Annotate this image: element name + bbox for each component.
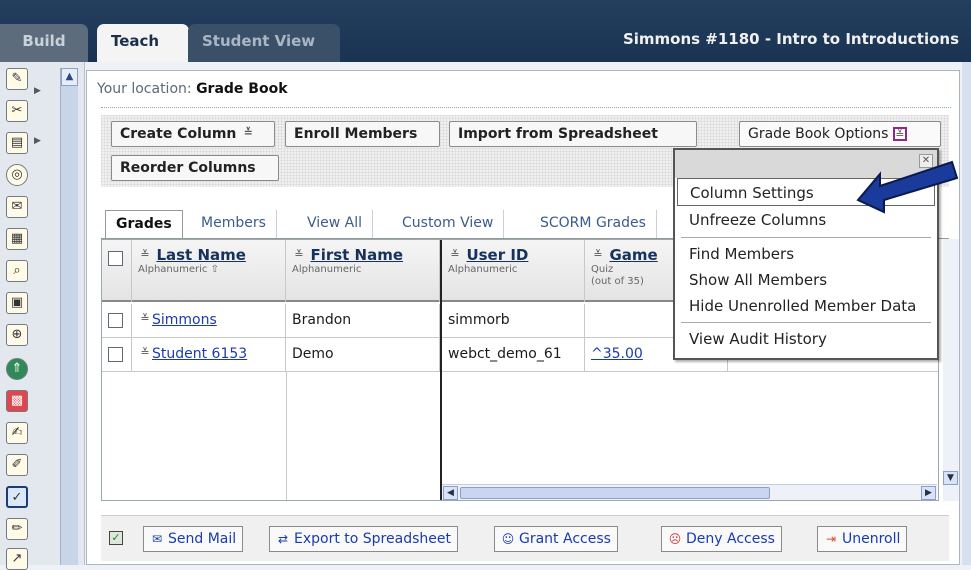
envelope-icon: ✉ (151, 532, 163, 546)
tab-student-view[interactable]: Student View (188, 24, 340, 62)
row-checkbox[interactable] (108, 346, 123, 362)
quiz-icon[interactable]: ✍ (6, 422, 28, 444)
course-title: Simmons #1180 - Intro to Introductions (622, 30, 959, 48)
menu-icon[interactable]: ≚ (892, 127, 907, 141)
column-header-user-id[interactable]: ≚ User ID Alphanumeric (442, 240, 585, 302)
reorder-columns-button[interactable]: Reorder Columns (111, 155, 279, 181)
scroll-thumb[interactable] (460, 487, 770, 499)
first-name-cell: Brandon (286, 304, 440, 338)
rail-scrollbar[interactable]: ▲ (60, 68, 78, 565)
send-mail-button[interactable]: ✉ Send Mail (143, 526, 244, 552)
menu-icon[interactable]: ≚ (138, 347, 152, 361)
scroll-right-icon[interactable]: ▶ (921, 486, 936, 500)
menu-icon: ≚ (243, 126, 253, 139)
enroll-members-button[interactable]: Enroll Members (285, 121, 440, 147)
tab-teach[interactable]: Teach (97, 24, 189, 62)
first-name-cell: Demo (286, 338, 440, 372)
document-icon[interactable]: ▤ (6, 132, 28, 154)
scroll-up-icon[interactable]: ▲ (61, 68, 78, 86)
collapse-icon[interactable]: ⇑ (6, 358, 28, 380)
tab-members[interactable]: Members (191, 210, 277, 238)
horizontal-scrollbar[interactable]: ◀ ▶ (442, 484, 937, 500)
menu-icon[interactable]: ≚ (138, 249, 152, 263)
export-spreadsheet-button[interactable]: ⇄ Export to Spreadsheet (269, 526, 458, 552)
chart-icon[interactable]: ↗ (6, 548, 28, 570)
create-column-button[interactable]: Create Column ≚ (111, 121, 275, 147)
users-icon: ☺ (501, 532, 515, 546)
edit-icon[interactable]: ✏ (6, 518, 28, 540)
column-header-last-name[interactable]: ≚ Last Name Alphanumeric ⇧ (132, 240, 286, 302)
tab-custom-view[interactable]: Custom View (392, 210, 505, 238)
vertical-scrollbar[interactable]: ▼ (943, 239, 959, 501)
column-header-first-name[interactable]: ≚ First Name Alphanumeric (286, 240, 440, 302)
menu-icon[interactable]: ≚ (591, 249, 605, 263)
grade-link[interactable]: ^35.00 (591, 346, 643, 362)
mail-icon[interactable]: ✉ (6, 196, 28, 218)
expand-arrow-icon[interactable]: ▶ (34, 86, 41, 96)
menu-divider (681, 322, 931, 323)
callout-arrow-icon (856, 160, 958, 214)
menu-divider (681, 237, 931, 238)
menu-icon[interactable]: ≚ (292, 249, 306, 263)
menu-item-find-members[interactable]: Find Members (675, 241, 937, 267)
user-id-cell: webct_demo_61 (442, 338, 585, 372)
deny-access-button[interactable]: ☹ Deny Access (661, 526, 782, 552)
unenroll-button[interactable]: ⇥ Unenroll (817, 526, 908, 552)
bricks-icon[interactable]: ▩ (6, 390, 28, 412)
tools-icon[interactable]: ✂ (6, 100, 28, 122)
unenroll-icon: ⇥ (825, 532, 837, 546)
gradebook-icon[interactable]: ✓ (6, 486, 28, 508)
top-tab-bar: Build Teach Student View Simmons #1180 -… (0, 0, 971, 62)
target-icon[interactable]: ◎ (6, 164, 28, 186)
select-all-checkbox[interactable] (108, 250, 123, 266)
import-spreadsheet-button[interactable]: Import from Spreadsheet (449, 121, 697, 147)
breadcrumb-current: Grade Book (196, 81, 288, 97)
tool-rail: ✎ ✂ ▤ ◎ ✉ ▦ ⌕ ▣ ⊕ ⇑ ▩ ✍ ✐ ✓ ✏ ↗ ▶ ▶ ▲ (0, 62, 85, 570)
tab-build[interactable]: Build (0, 24, 88, 62)
breadcrumb: Your location: Grade Book (97, 81, 288, 97)
export-icon: ⇄ (277, 532, 289, 546)
menu-icon[interactable]: ≚ (448, 249, 462, 263)
menu-icon[interactable]: ≚ (138, 313, 152, 327)
scroll-down-icon[interactable]: ▼ (943, 471, 958, 485)
menu-item-view-audit-history[interactable]: View Audit History (675, 326, 937, 352)
member-link[interactable]: Simmons (152, 312, 217, 328)
divider (101, 107, 951, 108)
tab-grades[interactable]: Grades (105, 210, 183, 240)
clipboard-icon[interactable]: ▣ (6, 292, 28, 314)
action-bar: ✓ ✉ Send Mail ⇄ Export to Spreadsheet ☺ Gra… (101, 515, 949, 561)
row-checkbox[interactable] (108, 312, 123, 328)
users-deny-icon: ☹ (668, 532, 682, 546)
expand-arrow-icon[interactable]: ▶ (34, 136, 41, 146)
scroll-left-icon[interactable]: ◀ (443, 486, 458, 500)
pen-icon[interactable]: ✐ (6, 454, 28, 476)
frozen-columns-divider (440, 240, 442, 500)
tab-scorm-grades[interactable]: SCORM Grades (530, 210, 657, 238)
menu-item-hide-unenrolled[interactable]: Hide Unenrolled Member Data (675, 293, 937, 319)
user-id-cell: simmorb (442, 304, 585, 338)
grade-book-options-button[interactable]: Grade Book Options ≚ (739, 121, 941, 147)
comment-icon[interactable]: ✎ (6, 68, 28, 90)
menu-item-show-all-members[interactable]: Show All Members (675, 267, 937, 293)
page-scrollbar[interactable] (962, 62, 971, 565)
tab-view-all[interactable]: View All (297, 210, 374, 238)
page-icon[interactable]: ▦ (6, 228, 28, 250)
globe-icon[interactable]: ⊕ (6, 324, 28, 346)
checked-icon: ✓ (109, 531, 123, 545)
member-link[interactable]: Student 6153 (152, 346, 247, 362)
grant-access-button[interactable]: ☺ Grant Access (494, 526, 618, 552)
magnifier-icon[interactable]: ⌕ (6, 260, 28, 282)
